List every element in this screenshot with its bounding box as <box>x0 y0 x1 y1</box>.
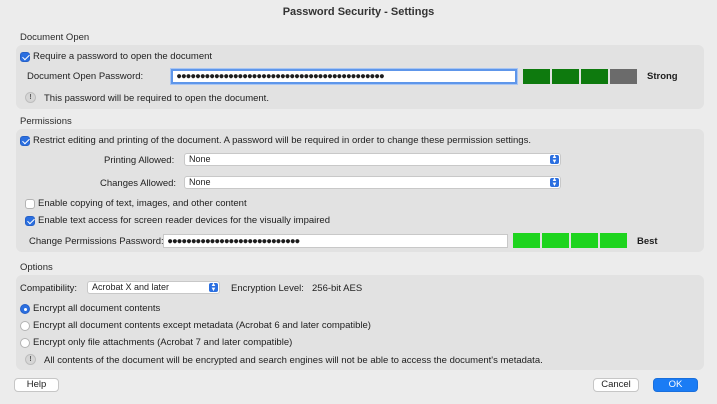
info-icon: ! <box>25 92 36 103</box>
options-section-title: Options <box>20 262 53 273</box>
strength-segment <box>542 233 569 248</box>
strength-segment <box>610 69 637 84</box>
strength-segment <box>581 69 608 84</box>
encrypt-all-radio[interactable] <box>20 304 30 314</box>
document-open-info-text: This password will be required to open t… <box>44 93 269 104</box>
changes-allowed-select[interactable]: None ▲ ▼ <box>184 176 561 189</box>
encrypt-except-metadata-label: Encrypt all document contents except met… <box>33 320 371 331</box>
chevron-up-down-icon: ▲ ▼ <box>550 177 559 188</box>
encrypt-attachments-label: Encrypt only file attachments (Acrobat 7… <box>33 337 293 348</box>
restrict-editing-checkbox[interactable] <box>20 136 30 146</box>
info-icon: ! <box>25 354 36 365</box>
chevron-up-down-icon: ▲ ▼ <box>209 282 218 293</box>
changes-allowed-label: Changes Allowed: <box>100 178 177 189</box>
strength-segment <box>523 69 550 84</box>
compatibility-value: Acrobat X and later <box>92 282 170 292</box>
strength-segment <box>600 233 627 248</box>
changes-allowed-value: None <box>189 177 211 187</box>
help-button[interactable]: Help <box>14 378 59 392</box>
printing-allowed-value: None <box>189 154 211 164</box>
chevron-up-down-icon: ▲ ▼ <box>550 154 559 165</box>
cancel-button[interactable]: Cancel <box>593 378 639 392</box>
require-password-checkbox[interactable] <box>20 52 30 62</box>
restrict-editing-label: Restrict editing and printing of the doc… <box>33 135 531 146</box>
strength-segment <box>552 69 579 84</box>
document-open-password-field[interactable]: ●●●●●●●●●●●●●●●●●●●●●●●●●●●●●●●●●●●●●●●●… <box>171 69 517 84</box>
enable-copying-checkbox[interactable] <box>25 199 35 209</box>
password-security-dialog: Password Security - Settings Document Op… <box>0 0 717 404</box>
compatibility-label: Compatibility: <box>20 283 78 294</box>
document-open-strength-label: Strong <box>647 71 678 82</box>
options-info-text: All contents of the document will be enc… <box>44 355 543 366</box>
enable-copying-label: Enable copying of text, images, and othe… <box>38 198 247 209</box>
strength-segment <box>513 233 540 248</box>
require-password-label: Require a password to open the document <box>33 51 213 62</box>
encryption-level-value: 256-bit AES <box>312 283 363 294</box>
change-permissions-password-field[interactable]: ●●●●●●●●●●●●●●●●●●●●●●●●●●●● <box>163 234 508 248</box>
printing-allowed-select[interactable]: None ▲ ▼ <box>184 153 561 166</box>
permissions-section-title: Permissions <box>20 116 72 127</box>
document-open-password-label: Document Open Password: <box>27 71 144 82</box>
ok-button[interactable]: OK <box>653 378 698 392</box>
document-open-section-title: Document Open <box>20 32 90 43</box>
encrypt-all-label: Encrypt all document contents <box>33 303 161 314</box>
window-title: Password Security - Settings <box>282 6 435 18</box>
permissions-strength-meter <box>513 233 627 248</box>
encryption-level-label: Encryption Level: <box>231 283 304 294</box>
document-open-strength-meter <box>523 69 637 84</box>
change-permissions-password-label: Change Permissions Password: <box>29 236 164 247</box>
strength-segment <box>571 233 598 248</box>
screen-reader-checkbox[interactable] <box>25 216 35 226</box>
compatibility-select[interactable]: Acrobat X and later ▲ ▼ <box>87 281 220 294</box>
encrypt-attachments-radio[interactable] <box>20 338 30 348</box>
printing-allowed-label: Printing Allowed: <box>104 155 175 166</box>
permissions-strength-label: Best <box>637 236 658 247</box>
encrypt-except-metadata-radio[interactable] <box>20 321 30 331</box>
screen-reader-label: Enable text access for screen reader dev… <box>38 215 330 226</box>
